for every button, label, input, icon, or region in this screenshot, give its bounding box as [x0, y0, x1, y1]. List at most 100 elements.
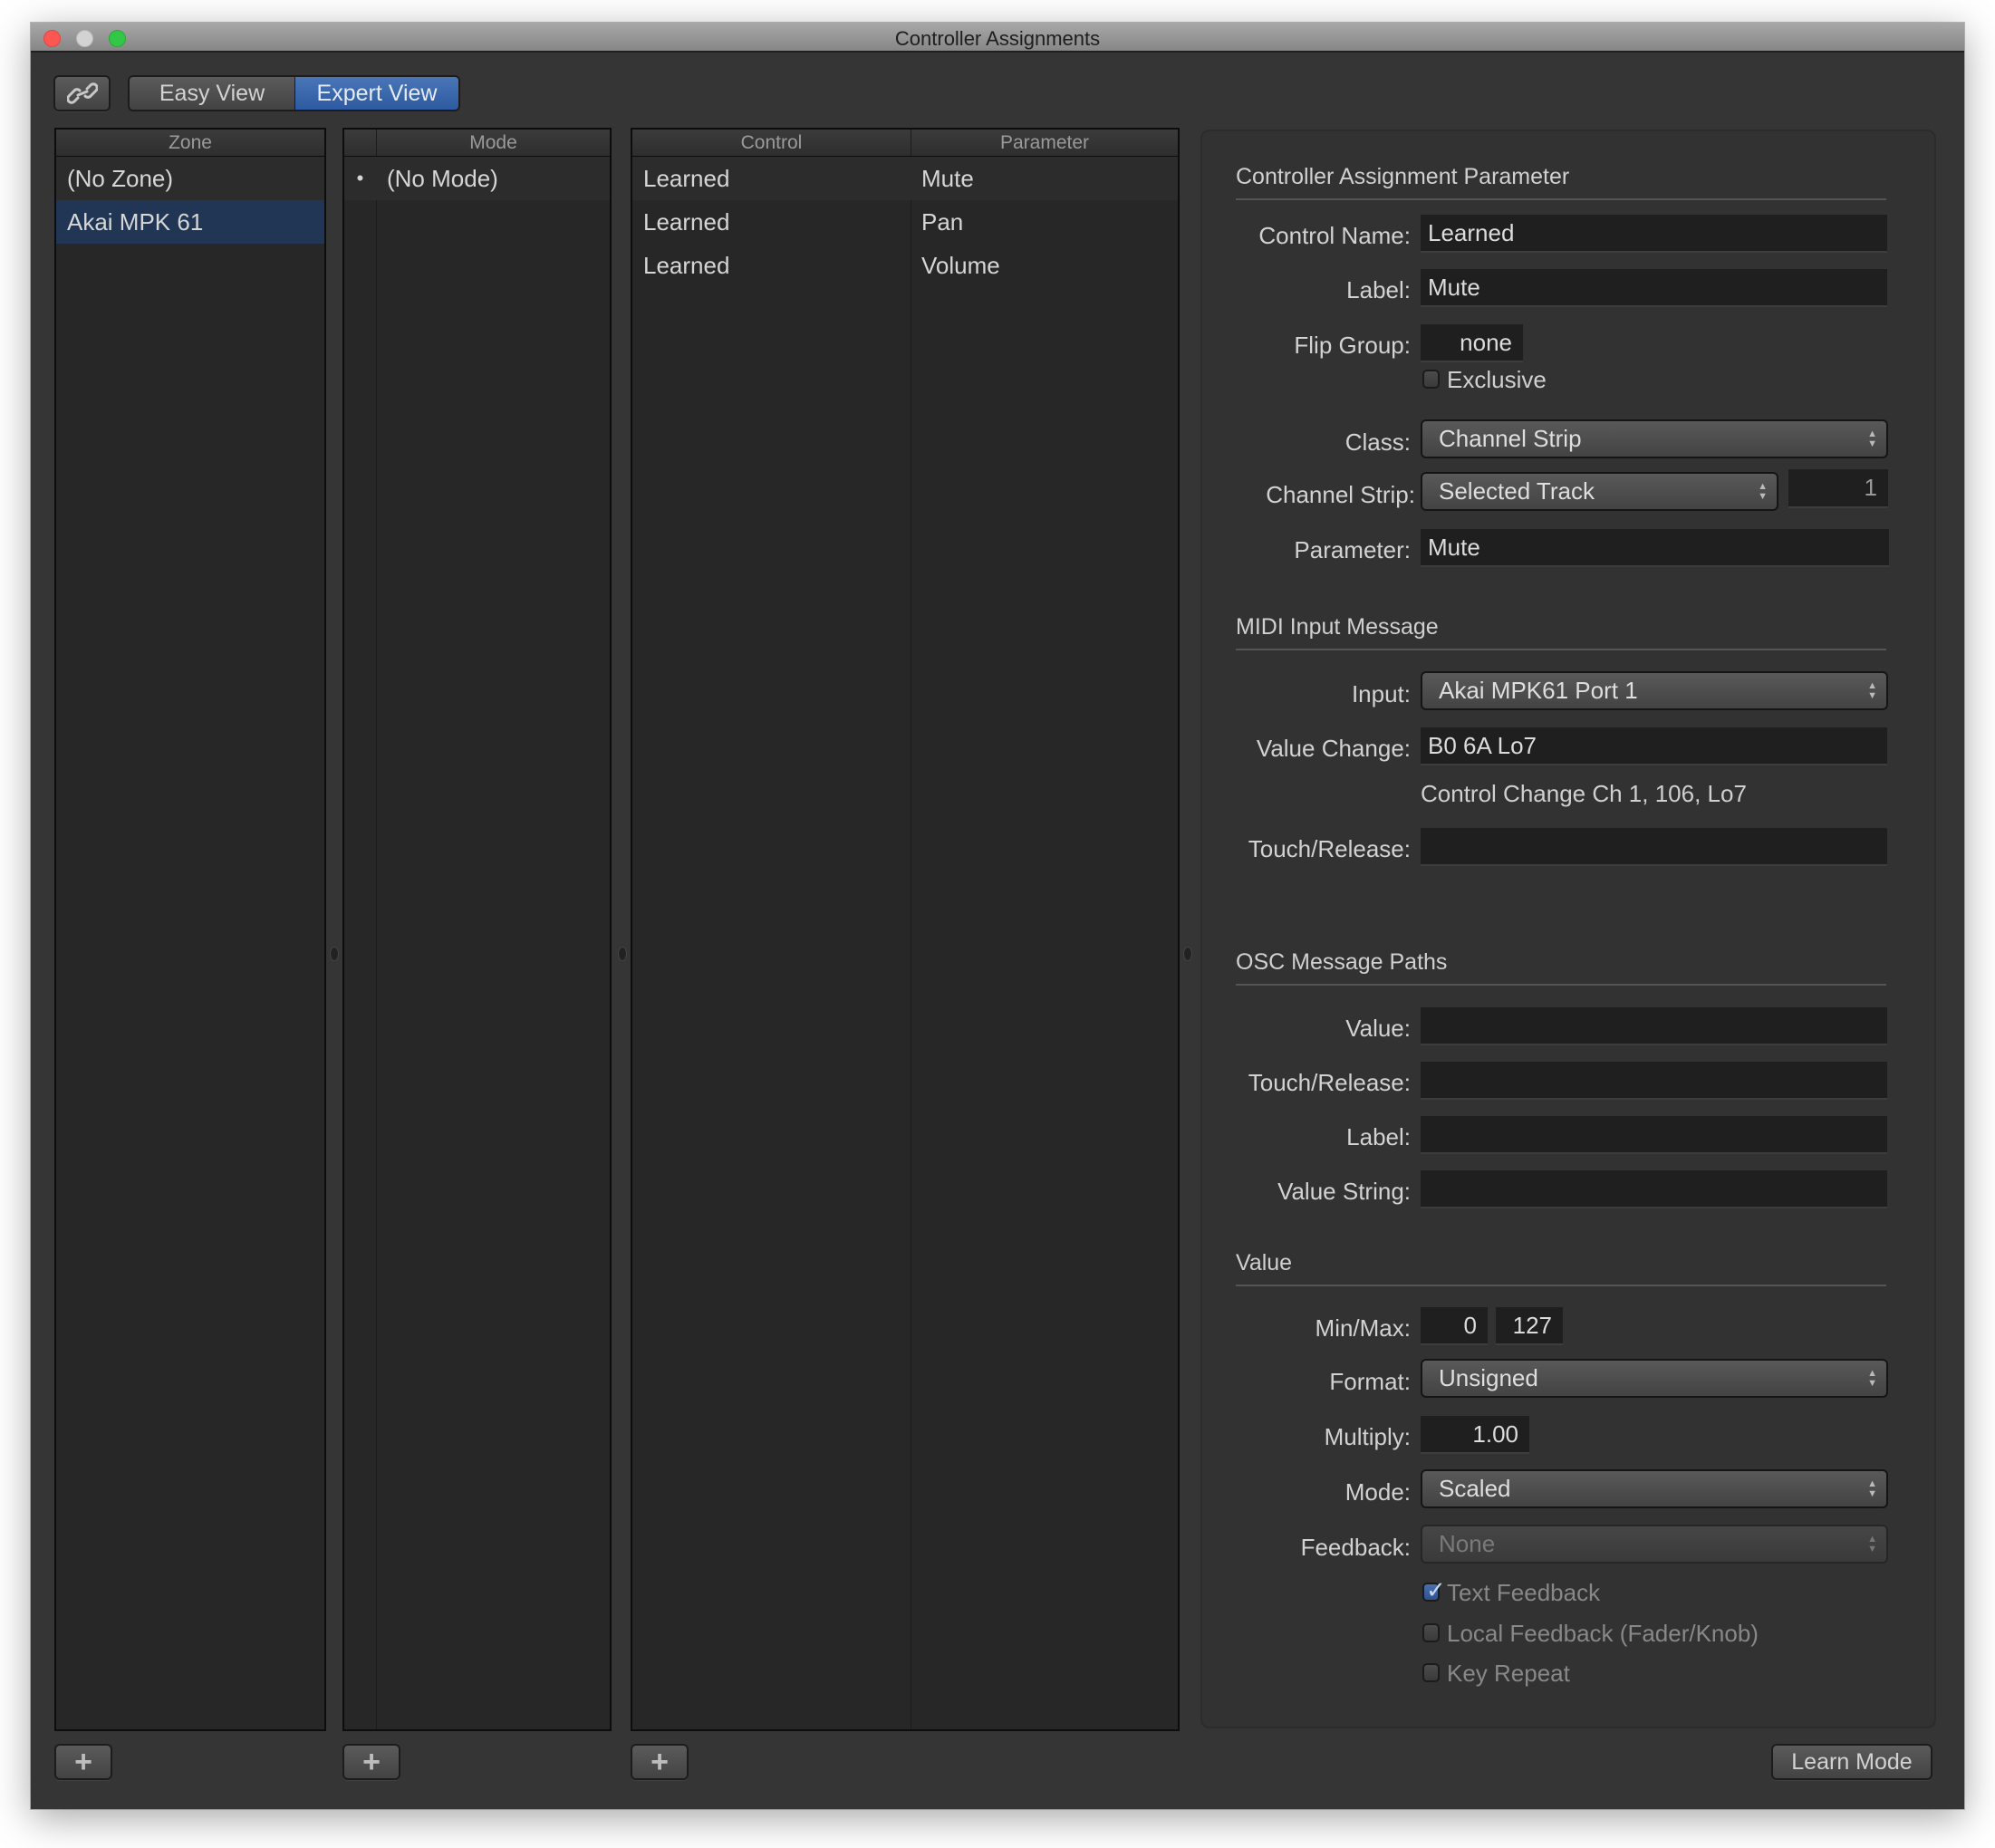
current-mode-bullet: •: [356, 167, 364, 189]
mode-item-label: (No Mode): [387, 164, 498, 192]
class-value: Channel Strip: [1439, 425, 1582, 452]
mode-list[interactable]: Mode • (No Mode): [342, 128, 612, 1731]
title-bar[interactable]: Controller Assignments: [31, 23, 1964, 53]
min-value-field[interactable]: 0: [1421, 1307, 1488, 1345]
multiply-field[interactable]: 1.00: [1421, 1416, 1529, 1454]
text-feedback-label: Text Feedback: [1447, 1579, 1601, 1606]
section-title-osc: OSC Message Paths: [1236, 949, 1448, 975]
midi-touch-release-label: Touch/Release:: [1248, 835, 1411, 862]
min-max-label: Min/Max:: [1315, 1314, 1411, 1342]
control-list-header: Control Parameter: [632, 130, 1178, 159]
add-zone-button[interactable]: +: [54, 1744, 112, 1780]
midi-input-popup[interactable]: Akai MPK61 Port 1 ▲ ▼: [1421, 671, 1888, 710]
add-mode-button[interactable]: +: [342, 1744, 400, 1780]
inspector-splitter-handle[interactable]: [1183, 947, 1192, 961]
channel-strip-popup[interactable]: Selected Track ▲ ▼: [1421, 472, 1778, 511]
view-segmented-control: Easy View Expert View: [128, 75, 460, 111]
plus-icon: +: [362, 1744, 381, 1779]
control-cell: Learned: [643, 207, 730, 236]
section-title-assignment: Controller Assignment Parameter: [1236, 164, 1570, 189]
control-cell: Learned: [643, 251, 730, 279]
up-down-arrows-icon: ▲ ▼: [1758, 480, 1768, 502]
max-value-field[interactable]: 127: [1496, 1307, 1563, 1345]
plus-icon: +: [651, 1744, 669, 1779]
flip-group-field[interactable]: none: [1421, 324, 1523, 362]
link-button[interactable]: [53, 75, 111, 111]
section-divider: [1236, 1285, 1886, 1286]
osc-value-label: Value:: [1345, 1015, 1411, 1042]
class-popup[interactable]: Channel Strip ▲ ▼: [1421, 419, 1888, 458]
zone-column-header[interactable]: Zone: [56, 130, 324, 159]
label-field[interactable]: Mute: [1421, 269, 1887, 307]
mode-list-item[interactable]: • (No Mode): [344, 157, 610, 200]
link-icon: [66, 82, 98, 104]
control-row[interactable]: Learned Mute: [632, 157, 1178, 200]
up-down-arrows-icon: ▲ ▼: [1867, 679, 1877, 701]
osc-touch-release-label: Touch/Release:: [1248, 1069, 1411, 1096]
osc-touch-release-field[interactable]: [1421, 1062, 1887, 1100]
zone-item-label: (No Zone): [67, 164, 174, 192]
midi-message-description: Control Change Ch 1, 106, Lo7: [1421, 780, 1747, 807]
zone-list[interactable]: Zone (No Zone) Akai MPK 61: [54, 128, 326, 1731]
control-parameter-list[interactable]: Control Parameter Learned Mute Learned P…: [631, 128, 1180, 1731]
zone-splitter-handle[interactable]: [330, 947, 339, 961]
format-popup[interactable]: Unsigned ▲ ▼: [1421, 1359, 1888, 1398]
parameter-cell: Mute: [921, 164, 974, 192]
control-name-field[interactable]: Learned: [1421, 215, 1887, 253]
zone-list-item[interactable]: (No Zone): [56, 157, 324, 200]
zone-list-item-selected[interactable]: Akai MPK 61: [56, 200, 324, 244]
osc-value-field[interactable]: [1421, 1007, 1887, 1045]
control-name-label: Control Name:: [1258, 222, 1411, 249]
midi-touch-release-field[interactable]: [1421, 828, 1887, 866]
local-feedback-checkbox[interactable]: [1422, 1623, 1440, 1642]
osc-label-field[interactable]: [1421, 1116, 1887, 1154]
exclusive-checkbox[interactable]: [1422, 370, 1440, 389]
text-feedback-checkbox[interactable]: ✓: [1422, 1576, 1446, 1603]
osc-label-label: Label:: [1346, 1123, 1411, 1150]
add-control-button[interactable]: +: [631, 1744, 689, 1780]
mode-splitter-handle[interactable]: [618, 947, 627, 961]
channel-strip-label: Channel Strip:: [1266, 481, 1415, 508]
channel-strip-number-field[interactable]: 1: [1788, 469, 1888, 508]
control-cell: Learned: [643, 164, 730, 192]
label-label: Label:: [1346, 276, 1411, 303]
mode-column-header[interactable]: Mode: [344, 130, 610, 159]
parameter-column-header[interactable]: Parameter: [911, 130, 1178, 156]
exclusive-label: Exclusive: [1447, 366, 1547, 393]
learn-mode-button[interactable]: Learn Mode: [1771, 1744, 1932, 1780]
local-feedback-label: Local Feedback (Fader/Knob): [1447, 1620, 1759, 1647]
value-change-label: Value Change:: [1256, 735, 1411, 762]
value-change-field[interactable]: B0 6A Lo7: [1421, 727, 1887, 765]
section-divider: [1236, 984, 1886, 986]
midi-input-value: Akai MPK61 Port 1: [1439, 677, 1638, 704]
mode-value: Scaled: [1439, 1475, 1511, 1502]
mode-header-label: Mode: [469, 131, 517, 153]
parameter-cell: Volume: [921, 251, 1000, 279]
up-down-arrows-icon: ▲ ▼: [1867, 1533, 1877, 1554]
easy-view-tab[interactable]: Easy View: [130, 77, 295, 110]
expert-view-tab[interactable]: Expert View: [295, 77, 458, 110]
channel-strip-value: Selected Track: [1439, 477, 1595, 505]
section-divider: [1236, 649, 1886, 650]
control-column-header[interactable]: Control: [632, 130, 911, 156]
control-row[interactable]: Learned Pan: [632, 200, 1178, 244]
feedback-popup[interactable]: None ▲ ▼: [1421, 1525, 1888, 1564]
parameter-cell: Pan: [921, 207, 964, 236]
multiply-label: Multiply:: [1324, 1423, 1411, 1450]
section-title-midi: MIDI Input Message: [1236, 614, 1439, 640]
key-repeat-label: Key Repeat: [1447, 1660, 1570, 1687]
up-down-arrows-icon: ▲ ▼: [1867, 428, 1877, 449]
class-label: Class:: [1344, 428, 1411, 456]
mode-popup[interactable]: Scaled ▲ ▼: [1421, 1469, 1888, 1508]
plus-icon: +: [74, 1744, 92, 1779]
parameter-label: Parameter:: [1294, 536, 1411, 563]
mode-label: Mode:: [1344, 1478, 1411, 1506]
control-row[interactable]: Learned Volume: [632, 244, 1178, 287]
parameter-field[interactable]: Mute: [1421, 529, 1889, 567]
controller-assignments-window: Controller Assignments Easy View Expert …: [31, 23, 1964, 1809]
up-down-arrows-icon: ▲ ▼: [1867, 1477, 1877, 1499]
window-title: Controller Assignments: [894, 27, 1101, 50]
key-repeat-checkbox[interactable]: [1422, 1663, 1440, 1682]
feedback-label: Feedback:: [1300, 1534, 1411, 1561]
osc-value-string-field[interactable]: [1421, 1170, 1887, 1208]
